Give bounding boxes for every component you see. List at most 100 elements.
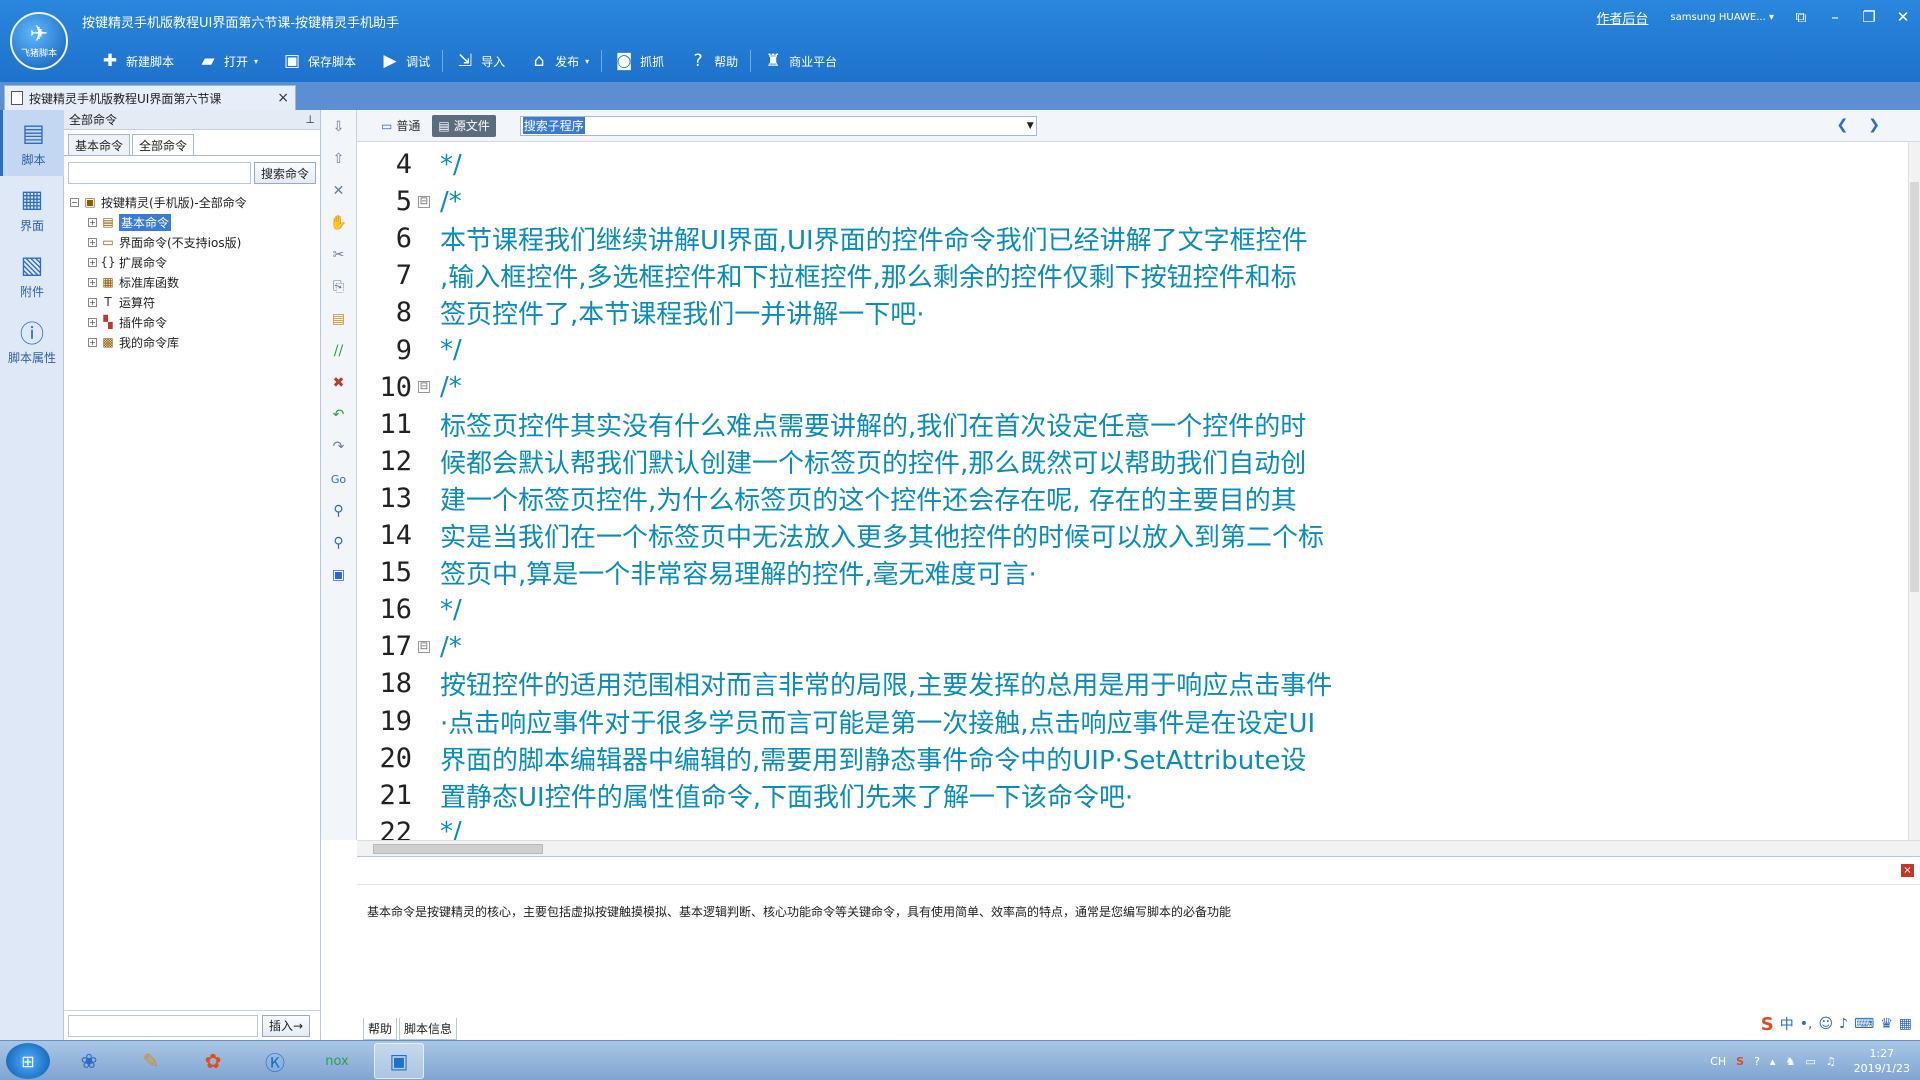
forward-icon[interactable]: ❯ (1868, 117, 1880, 133)
minimize-button[interactable]: – (1818, 0, 1852, 34)
code-line[interactable]: 5 ⊟ /* (357, 183, 1897, 220)
move-down-icon[interactable]: ⇩ (328, 116, 350, 138)
maximize-button[interactable]: ❐ (1852, 0, 1886, 34)
expand-icon[interactable]: + (88, 237, 97, 247)
tree-item[interactable]: + ▩ 我的命令库 (70, 332, 320, 352)
taskbar-app-anjian[interactable]: ▣ (374, 1043, 424, 1079)
tree-item[interactable]: + ▤ 基本命令 (70, 212, 320, 232)
publish-button[interactable]: ⌂ 发布 ▾ (517, 48, 601, 74)
keyboard-icon[interactable]: ⌨ (1854, 1016, 1874, 1032)
author-backend-link[interactable]: 作者后台 (1596, 8, 1648, 27)
code-line[interactable]: 9 */ (357, 332, 1897, 369)
taskbar-app-nox[interactable]: nox (312, 1043, 362, 1079)
close-tab-icon[interactable]: × (277, 90, 289, 106)
undo-icon[interactable]: ↶ (328, 404, 350, 426)
code-line[interactable]: 18 按钮控件的适用范围相对而言非常的局限,主要发挥的总用是用于响应点击事件 (357, 665, 1897, 702)
help-tray-icon[interactable]: ? (1754, 1055, 1760, 1068)
insert-input[interactable] (68, 1014, 258, 1037)
expand-icon[interactable]: + (88, 317, 97, 327)
start-button[interactable]: ⊞ (6, 1043, 50, 1079)
tab-basic-commands[interactable]: 基本命令 (68, 134, 131, 155)
tab-normal-view[interactable]: ▭ 普通 (375, 115, 426, 137)
editor-vertical-scrollbar[interactable] (1908, 142, 1920, 840)
code-line[interactable]: 13 建一个标签页控件,为什么标签页的这个控件还会存在呢, 存在的主要目的其 (357, 480, 1897, 517)
code-line[interactable]: 7 ,输入框控件,多选框控件和下拉框控件,那么剩余的控件仅剩下按钮控件和标 (357, 257, 1897, 294)
tree-root[interactable]: − ▣ 按键精灵(手机版)-全部命令 (70, 192, 320, 212)
tree-item[interactable]: + ▭ 界面命令(不支持ios版) (70, 232, 320, 252)
search-command-button[interactable]: 搜索命令 (253, 162, 316, 184)
code-editor[interactable]: 4 */ 5 ⊟ /* 6 本节课程我们继续讲解UI界面,UI界面的控件命令我们已经讲解了文… (357, 142, 1907, 840)
delete-icon[interactable]: ✕ (328, 180, 350, 202)
code-line[interactable]: 14 实是当我们在一个标签页中无法放入更多其他控件的时候可以放入到第二个标 (357, 517, 1897, 554)
code-line[interactable]: 11 标签页控件其实没有什么难点需要讲解的,我们在首次设定任意一个控件的时 (357, 406, 1897, 443)
comment-icon[interactable]: // (328, 340, 350, 362)
close-icon[interactable]: × (1901, 864, 1914, 877)
punctuation-icon[interactable]: •, (1800, 1016, 1813, 1032)
goto-icon[interactable]: Go (328, 468, 350, 490)
fold-toggle-icon[interactable]: ⊟ (418, 195, 430, 208)
paste-icon[interactable]: ▤ (328, 308, 350, 330)
nav-item-script[interactable]: ▤ 脚本 (0, 110, 64, 176)
fold-toggle-icon[interactable]: ⊟ (418, 640, 430, 653)
business-platform-button[interactable]: ♜ 商业平台 (751, 48, 849, 74)
uncomment-icon[interactable]: ✖ (328, 372, 350, 394)
back-icon[interactable]: ❮ (1837, 117, 1849, 133)
open-button[interactable]: ▰ 打开 ▾ (186, 48, 270, 74)
code-line[interactable]: 20 界面的脚本编辑器中编辑的,需要用到静态事件命令中的UIP·SetAttrib… (357, 740, 1897, 777)
nav-item-script-properties[interactable]: ⓘ 脚本属性 (0, 308, 64, 374)
code-line[interactable]: 22 */ (357, 814, 1897, 840)
hand-icon[interactable]: ✋ (328, 212, 350, 234)
tree-item[interactable]: + ▦ 标准库函数 (70, 272, 320, 292)
taskbar-app-color[interactable]: ✿ (188, 1043, 238, 1079)
code-line[interactable]: 21 置静态UI控件的属性值命令,下面我们先来了解一下该命令吧· (357, 777, 1897, 814)
command-search-input[interactable] (68, 162, 251, 184)
sogou-icon[interactable]: S (1761, 1014, 1774, 1035)
volume-icon[interactable]: ♫ (1826, 1055, 1836, 1068)
code-line[interactable]: 17 ⊟ /* (357, 628, 1897, 665)
pin-icon[interactable]: ⊥ (305, 113, 315, 126)
help-button[interactable]: ? 帮助 (676, 48, 750, 74)
grid-icon[interactable]: ▦ (1899, 1016, 1912, 1032)
nav-item-attachment[interactable]: ▧ 附件 (0, 242, 64, 308)
code-line[interactable]: 4 */ (357, 146, 1897, 183)
find-icon[interactable]: ⚲ (328, 500, 350, 522)
redo-icon[interactable]: ↷ (328, 436, 350, 458)
tab-script-info[interactable]: 脚本信息 (399, 1018, 458, 1040)
expand-icon[interactable]: + (88, 257, 97, 267)
insert-button[interactable]: 插入→ (262, 1014, 311, 1037)
tab-help[interactable]: 帮助 (363, 1018, 398, 1040)
bookmark-icon[interactable]: ▣ (328, 564, 350, 586)
tree-item[interactable]: + T 运算符 (70, 292, 320, 312)
code-line[interactable]: 6 本节课程我们继续讲解UI界面,UI界面的控件命令我们已经讲解了文字框控件 (357, 220, 1897, 257)
sogou-tray-icon[interactable]: S (1736, 1055, 1744, 1068)
subroutine-select[interactable]: 搜索子程序 ▼ (519, 115, 1037, 136)
scrollbar-thumb[interactable] (1910, 182, 1919, 592)
replace-icon[interactable]: ⚲ (328, 532, 350, 554)
clock[interactable]: 1:27 2019/1/23 (1854, 1046, 1910, 1076)
tree-item[interactable]: + ▚ 插件命令 (70, 312, 320, 332)
tab-all-commands[interactable]: 全部命令 (132, 134, 195, 155)
restore-layout-button[interactable]: ⧉ (1784, 0, 1818, 34)
taskbar-app-k[interactable]: Ⓚ (250, 1043, 300, 1079)
fold-toggle-icon[interactable]: ⊟ (418, 381, 430, 394)
code-line[interactable]: 8 签页控件了,本节课程我们一并讲解一下吧· (357, 294, 1897, 331)
debug-button[interactable]: ▶ 调试 (368, 48, 442, 74)
close-button[interactable]: ✕ (1886, 0, 1920, 34)
language-indicator[interactable]: CH (1710, 1055, 1726, 1068)
import-button[interactable]: ⇲ 导入 (443, 48, 517, 74)
taskbar-app-cloud[interactable]: ❀ (64, 1043, 114, 1079)
collapse-icon[interactable]: − (70, 197, 79, 207)
qq-icon[interactable]: ♞ (1785, 1055, 1795, 1068)
network-icon[interactable]: ▭ (1805, 1055, 1815, 1068)
expand-icon[interactable]: + (88, 217, 97, 227)
copy-icon[interactable]: ⎘ (328, 276, 350, 298)
code-line[interactable]: 10 ⊟ /* (357, 369, 1897, 406)
tree-item[interactable]: + {} 扩展命令 (70, 252, 320, 272)
document-tab[interactable]: 按键精灵手机版教程UI界面第六节课 × (4, 85, 296, 110)
code-line[interactable]: 19 ·点击响应事件对于很多学员而言可能是第一次接触,点击响应事件是在设定UI (357, 703, 1897, 740)
chinese-mode-icon[interactable]: 中 (1780, 1014, 1794, 1034)
save-script-button[interactable]: ▣ 保存脚本 (270, 48, 368, 74)
arrow-up-icon[interactable]: ▴ (1770, 1055, 1776, 1068)
device-select[interactable]: samsung HUAWE... ▾ (1670, 12, 1774, 23)
tab-source-view[interactable]: ▤ 源文件 (432, 114, 496, 137)
